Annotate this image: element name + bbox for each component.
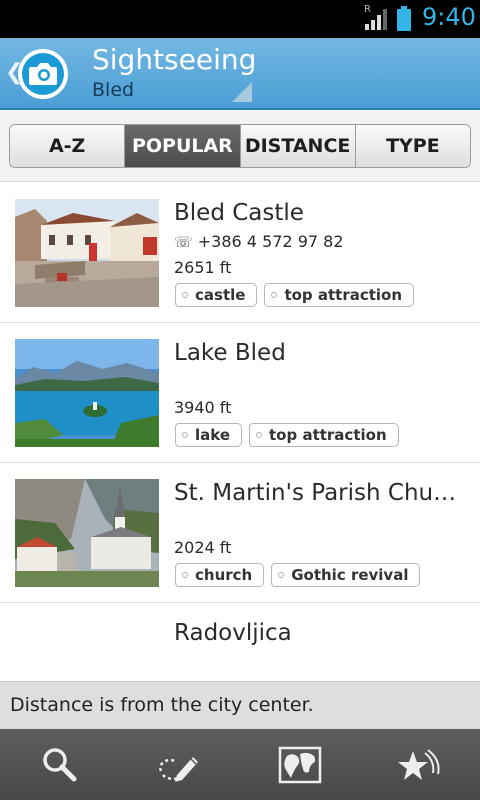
tag-list: lake top attraction [175,423,399,447]
tab-popular[interactable]: POPULAR [125,125,241,167]
sort-tabs: A-Z POPULAR DISTANCE TYPE [9,124,471,168]
place-distance: 2651 ft [174,258,232,277]
place-name: Bled Castle [174,200,304,226]
app-root: R 9:40 ❮ Sightseeing Bled A-Z POPULAR DI… [0,0,480,800]
tag-label: church [195,566,253,584]
tag[interactable]: lake [175,423,243,447]
tag-label: top attraction [284,286,403,304]
city-selector[interactable]: Bled [92,79,134,101]
battery-icon [397,6,411,31]
distance-note-banner: Distance is from the city center. [0,681,480,729]
place-name: Lake Bled [174,340,286,366]
dropdown-corner-icon[interactable] [232,82,252,102]
favorites-icon [398,748,440,780]
tag-list: church Gothic revival [175,563,421,587]
edit-icon [159,756,198,782]
castle-courtyard-photo [15,199,159,307]
sort-tab-bar: A-Z POPULAR DISTANCE TYPE [0,110,480,182]
list-item[interactable]: Bled Castle ☏ +386 4 572 97 82 2651 ft ca… [0,183,480,323]
place-distance: 3940 ft [174,398,232,417]
tag[interactable]: castle [175,283,258,307]
page-title: Sightseeing [92,43,257,76]
place-name: Radovljica [174,620,292,646]
tag-icon [182,432,188,438]
church-photo [15,479,159,587]
tag-label: castle [195,286,246,304]
list-item[interactable]: St. Martin's Parish Church 2024 ft churc… [0,463,480,603]
map-button[interactable] [240,729,360,800]
tag-icon [256,432,263,438]
tag-icon [182,572,188,578]
tab-a-z[interactable]: A-Z [10,125,126,167]
tag[interactable]: Gothic revival [271,563,421,587]
place-name: St. Martin's Parish Church [174,480,464,506]
bottom-action-bar [0,729,480,800]
place-distance: 2024 ft [174,538,232,557]
tag[interactable]: top attraction [264,283,415,307]
search-button[interactable] [0,729,120,800]
list-item[interactable]: Radovljica [0,603,480,681]
tab-distance[interactable]: DISTANCE [240,125,356,167]
edit-button[interactable] [120,729,240,800]
app-header: ❮ Sightseeing Bled [0,38,480,110]
search-icon [43,747,77,781]
camera-logo-icon[interactable] [18,49,68,99]
signal-icon [365,9,387,30]
clock: 9:40 [422,3,476,31]
tag[interactable]: top attraction [249,423,399,447]
list-item[interactable]: Lake Bled 3940 ft lake top attraction [0,323,480,463]
tag-label: Gothic revival [291,566,409,584]
place-phone[interactable]: ☏ +386 4 572 97 82 [174,232,344,251]
tag-list: castle top attraction [175,283,415,307]
tag-icon [278,572,285,578]
map-icon [278,746,322,783]
favorites-button[interactable] [360,729,480,800]
phone-icon: ☏ [174,233,193,251]
distance-note-text: Distance is from the city center. [10,694,314,716]
tag-label: top attraction [269,426,387,444]
tag-label: lake [195,426,231,444]
tag-icon [271,292,278,298]
tag[interactable]: church [175,563,265,587]
tab-type[interactable]: TYPE [355,125,470,167]
tag-icon [182,292,188,298]
status-bar: R 9:40 [0,0,480,38]
phone-number: +386 4 572 97 82 [197,232,344,251]
places-list: Bled Castle ☏ +386 4 572 97 82 2651 ft ca… [0,183,480,681]
lake-island-photo [15,339,159,447]
